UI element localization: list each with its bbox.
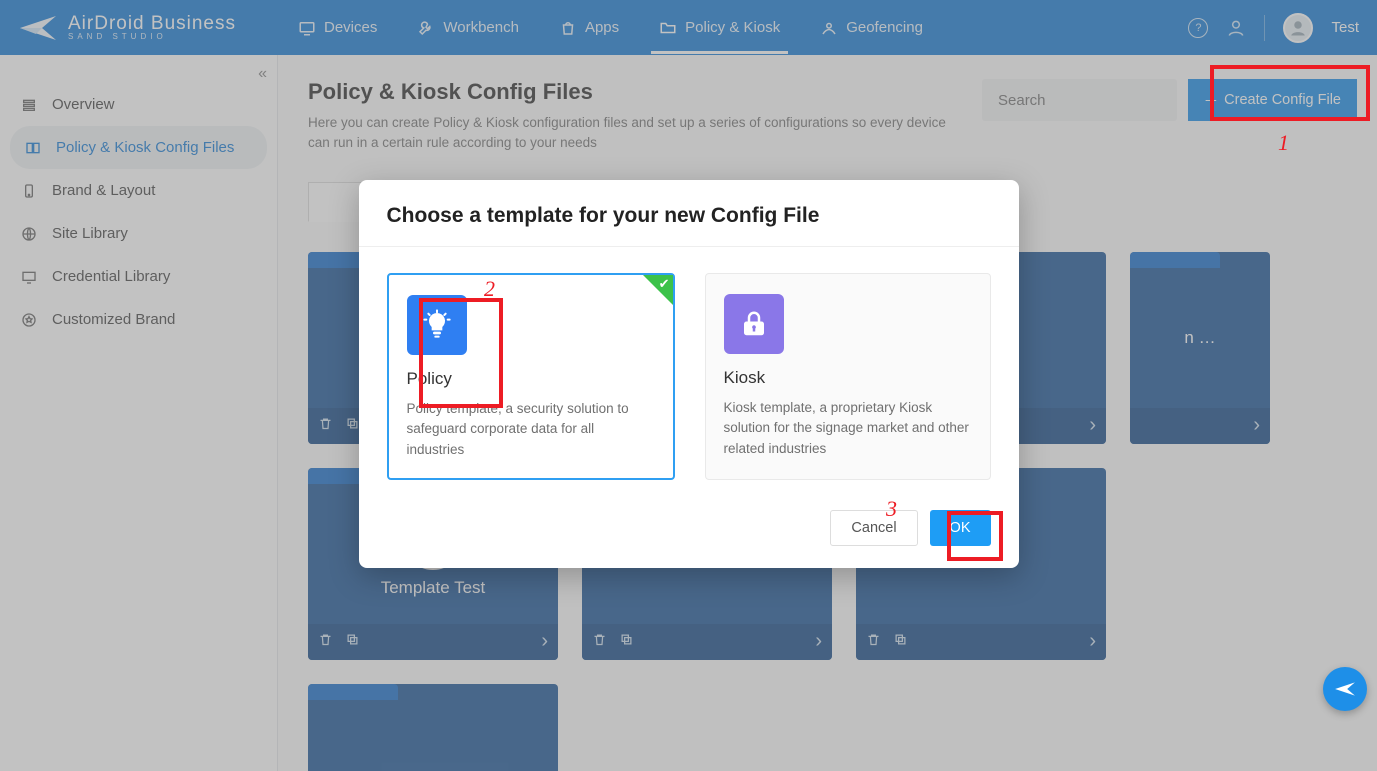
template-desc: Policy template, a security solution to … bbox=[407, 399, 655, 460]
paper-plane-icon bbox=[1334, 680, 1356, 698]
lock-icon bbox=[724, 294, 784, 354]
lightbulb-icon bbox=[407, 295, 467, 355]
template-card-kiosk[interactable]: Kiosk Kiosk template, a proprietary Kios… bbox=[705, 273, 991, 480]
template-name: Policy bbox=[407, 369, 655, 389]
template-desc: Kiosk template, a proprietary Kiosk solu… bbox=[724, 398, 972, 459]
check-icon: ✔ bbox=[659, 276, 670, 292]
template-modal: Choose a template for your new Config Fi… bbox=[359, 180, 1019, 568]
modal-title: Choose a template for your new Config Fi… bbox=[387, 204, 991, 228]
template-name: Kiosk bbox=[724, 368, 972, 388]
floating-help-button[interactable] bbox=[1323, 667, 1367, 711]
ok-button[interactable]: OK bbox=[930, 510, 991, 546]
modal-header: Choose a template for your new Config Fi… bbox=[359, 180, 1019, 247]
modal-overlay: Choose a template for your new Config Fi… bbox=[0, 0, 1377, 771]
template-card-policy[interactable]: ✔ Policy Policy template, a security sol… bbox=[387, 273, 675, 480]
cancel-button[interactable]: Cancel bbox=[830, 510, 917, 546]
